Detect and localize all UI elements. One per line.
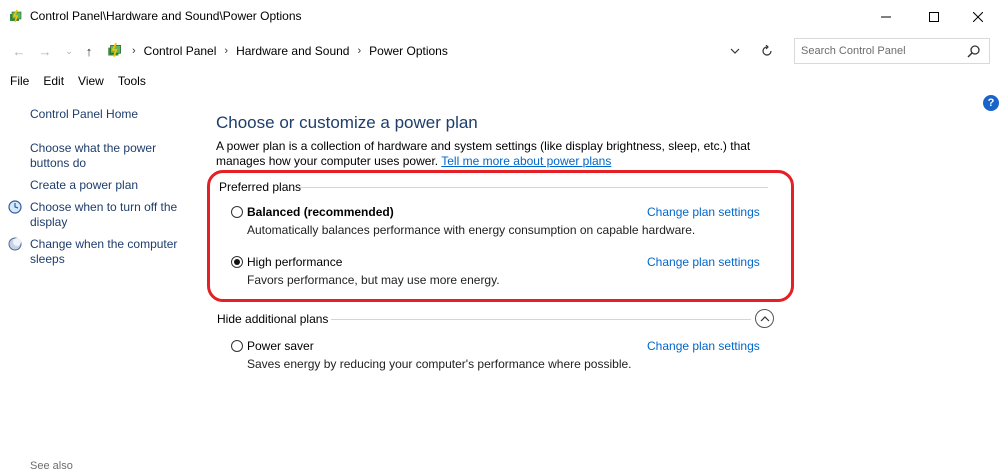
- power-saver-plan-name[interactable]: Power saver: [247, 339, 314, 353]
- menu-file[interactable]: File: [10, 72, 29, 92]
- address-bar[interactable]: › Control Panel › Hardware and Sound › P…: [100, 38, 782, 64]
- power-saver-plan-description: Saves energy by reducing your computer's…: [247, 357, 632, 371]
- recent-locations-button[interactable]: ⌄: [60, 42, 78, 60]
- power-options-icon: [10, 9, 22, 23]
- menu-tools[interactable]: Tools: [118, 72, 146, 92]
- address-dropdown-button[interactable]: [726, 42, 744, 60]
- power-plans-help-link[interactable]: Tell me more about power plans: [441, 154, 611, 168]
- breadcrumb-separator-icon: ›: [357, 45, 362, 57]
- highlight-outline: [207, 170, 794, 302]
- power-options-icon: [108, 42, 121, 57]
- intro-paragraph: A power plan is a collection of hardware…: [216, 139, 786, 168]
- maximize-icon: [929, 11, 939, 22]
- window-title: Control Panel\Hardware and Sound\Power O…: [30, 9, 302, 23]
- search-box[interactable]: [794, 38, 990, 64]
- refresh-button[interactable]: [758, 42, 776, 60]
- maximize-button[interactable]: [911, 0, 957, 33]
- back-button[interactable]: ←: [10, 42, 28, 60]
- search-input[interactable]: [801, 43, 961, 59]
- title-bar: Control Panel\Hardware and Sound\Power O…: [0, 0, 1000, 33]
- page-title: Choose or customize a power plan: [216, 113, 478, 132]
- menu-bar: File Edit View Tools: [0, 72, 146, 92]
- chevron-down-icon: [730, 48, 740, 54]
- turn-off-display-link[interactable]: Choose when to turn off the display: [30, 200, 180, 229]
- close-button[interactable]: [955, 0, 1000, 33]
- search-icon[interactable]: [967, 44, 981, 58]
- choose-power-buttons-link[interactable]: Choose what the power buttons do: [30, 141, 165, 170]
- create-power-plan-link[interactable]: Create a power plan: [30, 178, 180, 193]
- forward-arrow-icon: →: [38, 43, 52, 59]
- divider: [331, 319, 751, 320]
- help-icon[interactable]: ?: [983, 95, 999, 111]
- collapse-plans-button[interactable]: [755, 309, 774, 328]
- back-arrow-icon: ←: [12, 43, 26, 59]
- breadcrumb-separator-icon: ›: [132, 45, 136, 57]
- computer-sleeps-link[interactable]: Change when the computer sleeps: [30, 237, 180, 266]
- chevron-down-icon: ⌄: [65, 45, 73, 56]
- breadcrumb-hardware-and-sound[interactable]: Hardware and Sound: [236, 44, 349, 58]
- menu-view[interactable]: View: [78, 72, 104, 92]
- close-icon: [973, 11, 983, 22]
- breadcrumb-separator-icon: ›: [224, 45, 229, 57]
- breadcrumb-power-options[interactable]: Power Options: [369, 44, 448, 58]
- hide-additional-plans-label: Hide additional plans: [217, 312, 329, 326]
- forward-button[interactable]: →: [36, 42, 54, 60]
- breadcrumb-control-panel[interactable]: Control Panel: [144, 44, 217, 58]
- minimize-button[interactable]: [863, 0, 909, 33]
- address-row: ← → ⌄ ↑ › Control Panel › Hardware and S…: [0, 36, 1000, 66]
- minimize-icon: [881, 16, 891, 17]
- up-arrow-icon: ↑: [85, 43, 93, 59]
- power-saver-radio[interactable]: [231, 340, 243, 352]
- refresh-icon: [762, 45, 772, 56]
- chevron-up-icon: [760, 315, 769, 321]
- menu-edit[interactable]: Edit: [43, 72, 64, 92]
- control-panel-home-link[interactable]: Control Panel Home: [30, 107, 180, 122]
- sleep-moon-icon: [8, 237, 22, 251]
- power-saver-change-settings-link[interactable]: Change plan settings: [647, 339, 760, 353]
- up-button[interactable]: ↑: [80, 42, 98, 60]
- see-also-label: See also: [30, 460, 73, 470]
- display-clock-icon: [8, 200, 22, 214]
